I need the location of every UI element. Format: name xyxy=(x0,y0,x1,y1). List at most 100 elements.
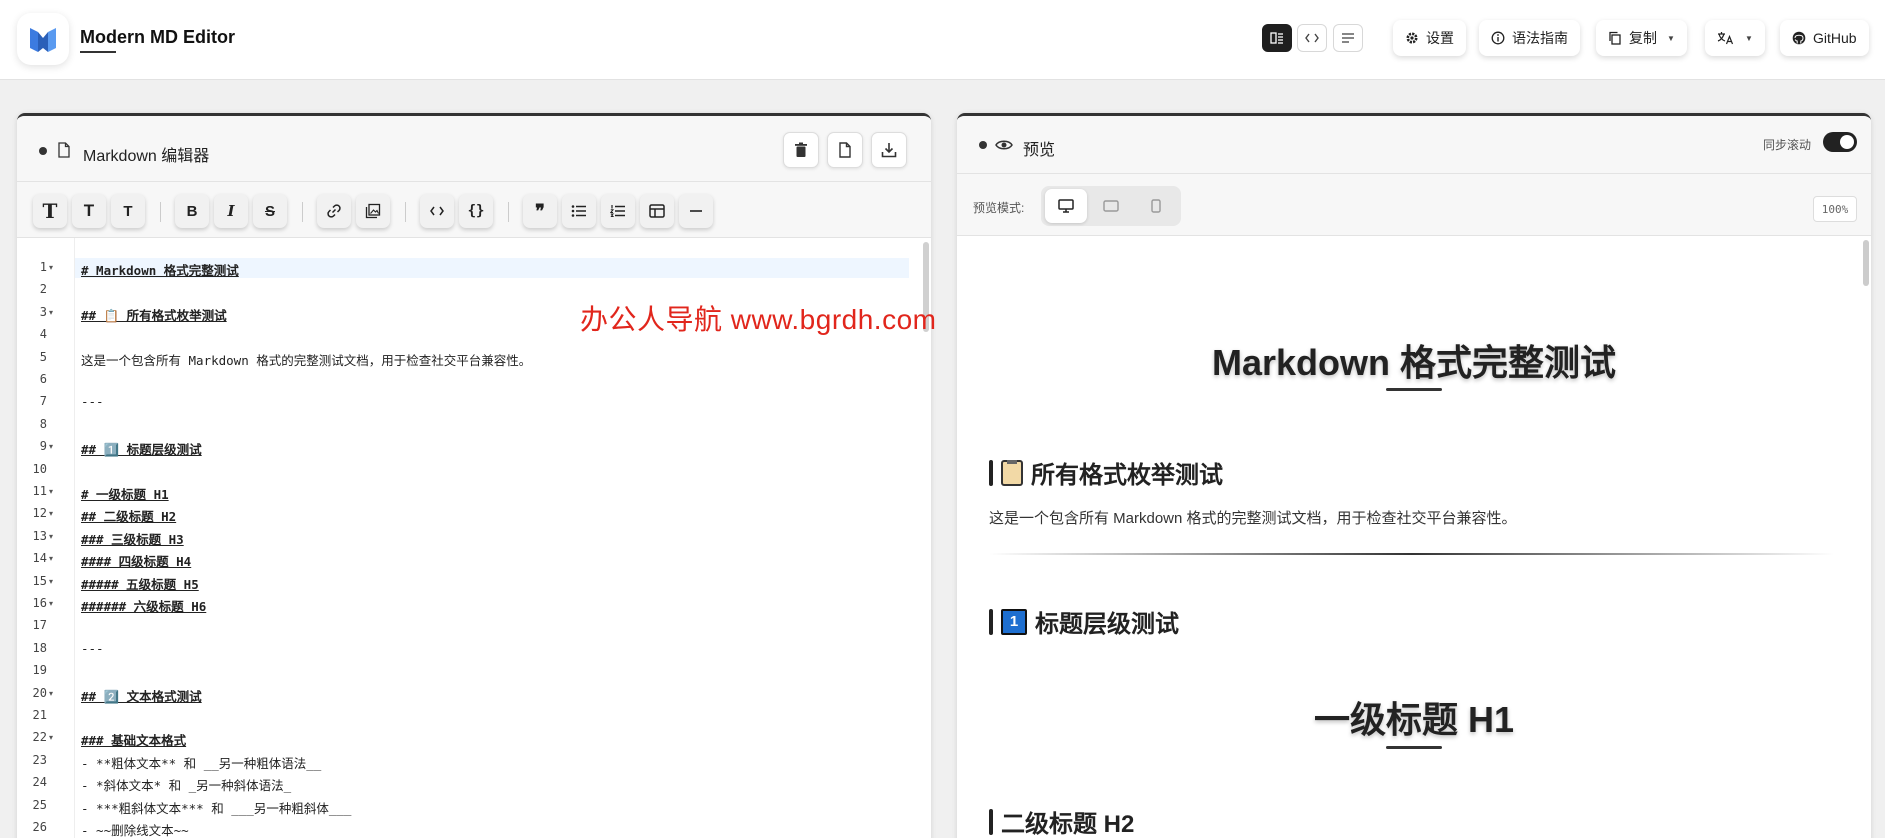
h2-accent-bar xyxy=(989,459,993,486)
preview-h2-all-formats: 所有格式枚举测试 xyxy=(989,455,1223,490)
line-number: 19 xyxy=(32,663,47,678)
app-logo[interactable] xyxy=(17,13,69,65)
split-view-button[interactable] xyxy=(1262,24,1292,52)
new-file-icon xyxy=(839,142,851,158)
h2-accent-bar xyxy=(989,808,993,835)
line-number: 17 xyxy=(32,618,47,633)
table-button[interactable] xyxy=(640,194,674,228)
format-toolbar: T T T B I S {} ❞ xyxy=(17,182,931,238)
preview-scrollbar[interactable] xyxy=(1863,240,1869,286)
line-number: 18 xyxy=(32,640,47,655)
code-line: - ~~删除线文本~~ xyxy=(81,823,189,838)
quote-button[interactable]: ❞ xyxy=(523,194,557,228)
preview-content: Markdown 格式完整测试 所有格式枚举测试 这是一个包含所有 Markdo… xyxy=(957,236,1871,838)
fold-toggle-icon[interactable]: ▾ xyxy=(49,532,53,541)
editor-header: Markdown 编辑器 xyxy=(17,116,931,182)
line-number: 13 xyxy=(32,528,47,543)
line-number: 26 xyxy=(32,820,47,834)
github-button[interactable]: GitHub xyxy=(1780,20,1869,56)
translate-icon xyxy=(1717,32,1734,45)
heading2-button[interactable]: T xyxy=(72,194,106,228)
tablet-icon xyxy=(1103,200,1119,212)
desktop-mode-button[interactable] xyxy=(1045,189,1087,223)
tablet-mode-button[interactable] xyxy=(1090,189,1132,223)
code-line: ## 2️⃣ 文本格式测试 xyxy=(81,688,202,704)
bold-button[interactable]: B xyxy=(175,194,209,228)
fold-toggle-icon[interactable]: ▾ xyxy=(49,487,53,496)
fold-toggle-icon[interactable]: ▾ xyxy=(49,308,53,317)
h2-text: 所有格式枚举测试 xyxy=(1031,462,1223,489)
line-number: 21 xyxy=(32,708,47,722)
copy-button[interactable]: 复制 ▼ xyxy=(1596,20,1687,56)
new-file-button[interactable] xyxy=(827,132,863,168)
horizontal-rule-button[interactable] xyxy=(679,194,713,228)
strikethrough-button[interactable]: S xyxy=(253,194,287,228)
code-view-button[interactable] xyxy=(1297,24,1327,52)
fold-toggle-icon[interactable]: ▾ xyxy=(49,442,53,451)
logo-icon xyxy=(30,28,56,52)
line-number: 22 xyxy=(32,730,47,745)
code-line: - ***粗斜体文本*** 和 ___另一种粗斜体___ xyxy=(81,800,352,816)
toolbar-divider xyxy=(405,202,406,222)
link-icon xyxy=(327,204,341,218)
link-button[interactable] xyxy=(317,194,351,228)
syntax-guide-label: 语法指南 xyxy=(1512,30,1568,46)
line-gutter: 1 ▾ 2 3 ▾ 4 5 6 7 8 9 ▾ 10 11 ▾ 12 ▾ 13 ▾ 14 ▾ 15 ▾ 16 ▾ 17 18 19 20… xyxy=(17,238,75,838)
code-icon xyxy=(430,206,444,216)
bullet-list-icon xyxy=(571,205,586,217)
preview-h2-heading-levels: 1 标题层级测试 xyxy=(989,604,1179,639)
clear-button[interactable] xyxy=(783,132,819,168)
line-number: 20 xyxy=(32,685,47,700)
code-block-button[interactable]: {} xyxy=(459,194,493,228)
bold-icon: B xyxy=(186,202,198,220)
download-button[interactable] xyxy=(871,132,907,168)
h1-underline xyxy=(1386,746,1442,749)
sync-scroll-toggle[interactable] xyxy=(1823,132,1857,152)
fold-toggle-icon[interactable]: ▾ xyxy=(49,689,53,698)
chevron-down-icon: ▼ xyxy=(1745,33,1753,43)
editor-title: Markdown 编辑器 xyxy=(83,148,210,165)
numbered-list-icon xyxy=(610,205,625,217)
code-line: # Markdown 格式完整测试 xyxy=(81,263,239,278)
settings-button[interactable]: 设置 xyxy=(1393,20,1466,56)
image-button[interactable] xyxy=(356,194,390,228)
syntax-guide-button[interactable]: 语法指南 xyxy=(1479,20,1580,56)
fold-toggle-icon[interactable]: ▾ xyxy=(49,599,53,608)
line-number: 11 xyxy=(32,484,47,498)
copy-icon xyxy=(1609,31,1621,45)
zoom-level[interactable]: 100% xyxy=(1813,196,1857,222)
settings-label: 设置 xyxy=(1426,30,1454,46)
editor-panel: Markdown 编辑器 T T T B I S {} ❞ 1 ▾ 2 3 ▾ … xyxy=(17,113,931,838)
fold-toggle-icon[interactable]: ▾ xyxy=(49,733,53,742)
heading2-icon: T xyxy=(83,201,95,220)
text-lines-icon xyxy=(1342,33,1354,43)
fold-toggle-icon[interactable]: ▾ xyxy=(49,263,53,272)
code-line: 这是一个包含所有 Markdown 格式的完整测试文档，用于检查社交平台兼容性。 xyxy=(81,352,532,368)
github-label: GitHub xyxy=(1813,30,1857,46)
language-button[interactable]: ▼ xyxy=(1705,20,1765,56)
inline-code-button[interactable] xyxy=(420,194,454,228)
mobile-mode-button[interactable] xyxy=(1135,189,1177,223)
line-number: 12 xyxy=(32,506,47,521)
fold-toggle-icon[interactable]: ▾ xyxy=(49,509,53,518)
bullet-list-button[interactable] xyxy=(562,194,596,228)
sync-scroll-label: 同步滚动 xyxy=(1762,138,1811,152)
preview-view-button[interactable] xyxy=(1333,24,1363,52)
toolbar-divider xyxy=(508,202,509,222)
numbered-list-button[interactable] xyxy=(601,194,635,228)
h1-underline xyxy=(1386,388,1442,391)
italic-button[interactable]: I xyxy=(214,194,248,228)
eye-icon xyxy=(995,140,1013,150)
status-dot xyxy=(39,147,47,155)
h2-accent-bar xyxy=(989,608,993,635)
minus-icon xyxy=(690,210,702,212)
quote-icon: ❞ xyxy=(535,200,545,222)
line-number: 24 xyxy=(32,775,47,790)
fold-toggle-icon[interactable]: ▾ xyxy=(49,554,53,563)
code-line: ## 1️⃣ 标题层级测试 xyxy=(81,442,202,458)
heading3-button[interactable]: T xyxy=(111,194,145,228)
heading1-button[interactable]: T xyxy=(33,194,67,228)
fold-toggle-icon[interactable]: ▾ xyxy=(49,577,53,586)
code-line: --- xyxy=(81,640,104,656)
code-line: ## 📋 所有格式枚举测试 xyxy=(81,307,227,323)
